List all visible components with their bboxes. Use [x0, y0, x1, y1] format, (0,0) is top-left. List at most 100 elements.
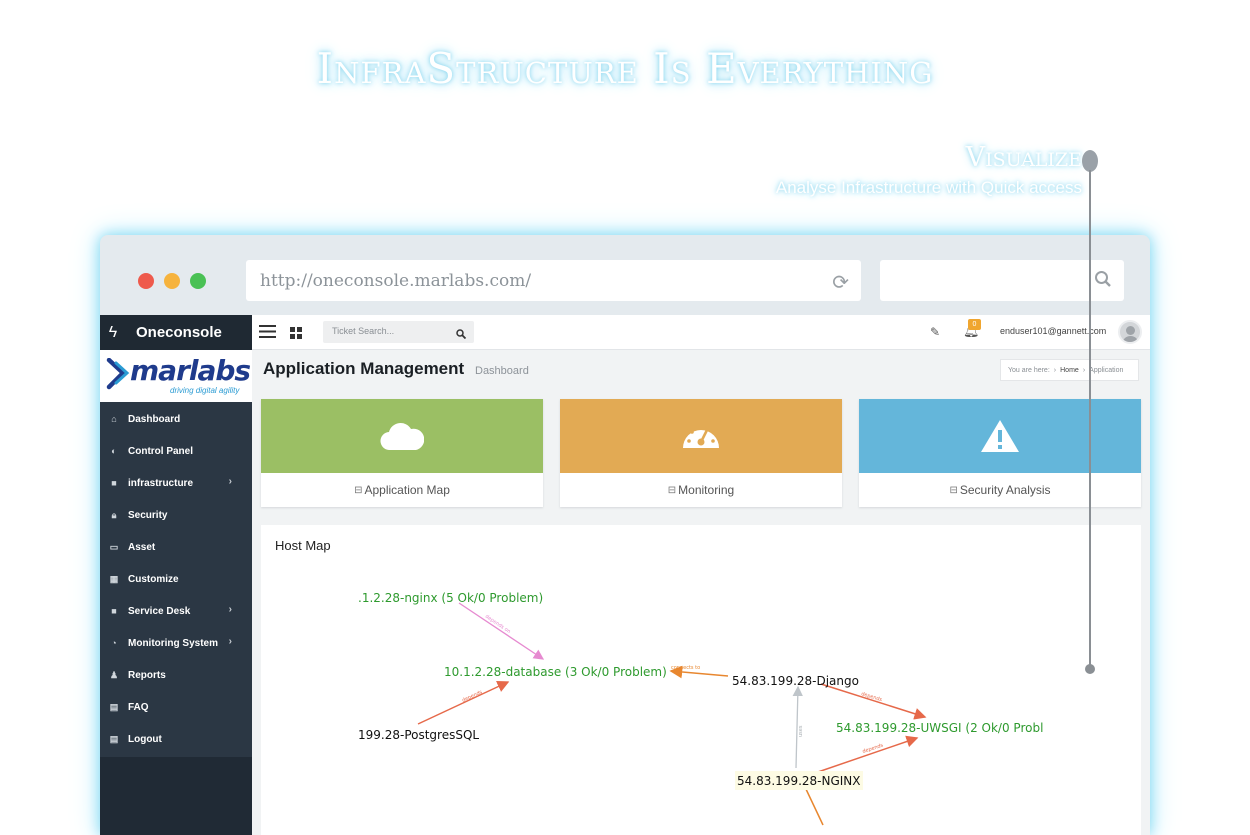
- toggle-icon: ◐: [111, 446, 117, 456]
- browser-window: http://oneconsole.marlabs.com/ ⟳ ϟ Oneco…: [100, 235, 1150, 835]
- sidebar-item-label: Monitoring System: [128, 637, 219, 649]
- calendar-icon: ▤: [109, 733, 119, 744]
- graph-edge-stub: [804, 786, 824, 826]
- callout-marker: [1082, 150, 1098, 172]
- page-title: Application Management: [263, 359, 465, 378]
- sidebar-nav: ⌂ Dashboard ◐ Control Panel ■ infrastructur…: [100, 403, 252, 835]
- graph-node[interactable]: 54.83.199.28-NGINX: [737, 774, 861, 788]
- warning-icon: [981, 420, 1019, 452]
- graph-node[interactable]: 10.1.2.28-database (3 Ok/0 Problem): [444, 665, 667, 679]
- card-label: Monitoring: [678, 483, 735, 497]
- sidebar-item-service-desk[interactable]: ■ Service Desk ›: [100, 595, 252, 627]
- card-banner: [859, 399, 1141, 473]
- sidebar-item-label: FAQ: [128, 701, 149, 713]
- sidebar-item-label: Reports: [128, 669, 166, 681]
- graph-node[interactable]: 54.83.199.28-UWSGI (2 Ok/0 Probl: [836, 721, 1043, 735]
- grid-icon: ▦: [109, 573, 119, 584]
- card-link-icon: ⊟: [667, 484, 677, 496]
- ticket-icon[interactable]: ✎: [930, 325, 940, 339]
- sidebar-item-logout[interactable]: ▤ Logout: [100, 723, 252, 755]
- graph-node[interactable]: .1.2.28-nginx (5 Ok/0 Problem): [358, 591, 543, 605]
- bolt-icon: ϟ: [108, 323, 118, 341]
- briefcase-icon: ■: [111, 478, 117, 488]
- breadcrumb: You are here: › Home › Application: [1000, 359, 1139, 381]
- dashboard-icon: ◔: [111, 638, 117, 648]
- address-bar[interactable]: http://oneconsole.marlabs.com/ ⟳: [246, 260, 861, 301]
- callout-subtitle: Analyse Infrastructure with Quick access: [775, 178, 1082, 197]
- company-logo: marlabs driving digital agility: [100, 350, 252, 402]
- hero-title: InfraStructure Is Everything: [316, 44, 934, 93]
- close-window-button[interactable]: [138, 273, 154, 289]
- callout-connector: [1089, 170, 1091, 668]
- breadcrumb-current: Application: [1089, 366, 1124, 374]
- search-icon[interactable]: [456, 326, 467, 344]
- card-link-icon: ⊟: [354, 484, 363, 496]
- sidebar-item-monitoring-system[interactable]: ◔ Monitoring System ›: [100, 627, 252, 659]
- sidebar-item-faq[interactable]: ▤ FAQ: [100, 691, 252, 723]
- chevron-right-icon: ›: [228, 476, 232, 487]
- breadcrumb-separator-icon: ›: [1053, 366, 1057, 374]
- graph-edge[interactable]: uses: [792, 685, 804, 769]
- sidebar-item-dashboard[interactable]: ⌂ Dashboard: [100, 403, 252, 435]
- host-map-panel: Host Map depends on connects to depends …: [261, 525, 1141, 835]
- reload-icon[interactable]: ⟳: [832, 270, 849, 295]
- sidebar-item-label: infrastructure: [128, 477, 194, 489]
- menu-toggle-icon[interactable]: [259, 325, 276, 343]
- logo-text: marlabs: [130, 354, 251, 387]
- edge-label: connects to: [671, 665, 700, 671]
- sidebar-item-label: Security: [128, 509, 168, 521]
- callout-endpoint: [1085, 664, 1095, 674]
- main-content: Ticket Search... ✎ 🔔︎ 0 enduser101@ganne…: [252, 315, 1150, 835]
- user-icon: ♟: [109, 669, 119, 680]
- apps-grid-icon[interactable]: [290, 326, 302, 344]
- sidebar-item-customize[interactable]: ▦ Customize: [100, 563, 252, 595]
- sidebar-item-label: Control Panel: [128, 445, 194, 457]
- avatar[interactable]: [1118, 320, 1142, 344]
- card-label: Application Map: [364, 483, 450, 497]
- brand-name: Oneconsole: [136, 324, 222, 341]
- graph-edge[interactable]: depends: [417, 681, 510, 725]
- sidebar-item-label: Dashboard: [128, 413, 181, 425]
- graph-node[interactable]: 54.83.199.28-Django: [732, 674, 859, 688]
- browser-search-field[interactable]: [880, 260, 1124, 301]
- card-banner: [560, 399, 842, 473]
- maximize-window-button[interactable]: [190, 273, 206, 289]
- address-url: http://oneconsole.marlabs.com/: [260, 271, 532, 291]
- cloud-icon: [380, 423, 424, 451]
- ticket-search-placeholder: Ticket Search...: [332, 326, 395, 336]
- logo-tagline: driving digital agility: [170, 386, 240, 395]
- home-icon: ⌂: [111, 414, 117, 424]
- graph-edge[interactable]: depends: [814, 735, 919, 774]
- edge-label: depends: [461, 689, 483, 704]
- search-icon[interactable]: [1094, 270, 1112, 293]
- application-map-card[interactable]: ⊟ Application Map: [261, 399, 543, 507]
- page-subtitle: Dashboard: [475, 365, 529, 377]
- sidebar-brand[interactable]: ϟ Oneconsole: [100, 315, 252, 350]
- callout-title: Visualize: [965, 142, 1082, 173]
- sidebar-item-infrastructure[interactable]: ■ infrastructure ›: [100, 467, 252, 499]
- monitoring-card[interactable]: ⊟ Monitoring: [560, 399, 842, 507]
- sidebar-item-asset[interactable]: ▭ Asset: [100, 531, 252, 563]
- minimize-window-button[interactable]: [164, 273, 180, 289]
- edge-label: depends: [860, 691, 883, 703]
- host-map-graph[interactable]: depends on connects to depends depends d…: [261, 525, 1141, 835]
- card-label: Security Analysis: [959, 483, 1051, 497]
- sidebar-item-security[interactable]: 🔒︎ Security: [100, 499, 252, 531]
- logo-mark-icon: [106, 358, 130, 390]
- security-analysis-card[interactable]: ⊟ Security Analysis: [859, 399, 1141, 507]
- ticket-search-field[interactable]: Ticket Search...: [323, 321, 474, 343]
- breadcrumb-prefix: You are here:: [1008, 366, 1050, 374]
- card-banner: [261, 399, 543, 473]
- sidebar-item-control-panel[interactable]: ◐ Control Panel: [100, 435, 252, 467]
- card-link-icon: ⊟: [949, 484, 958, 496]
- graph-edge[interactable]: connects to: [669, 665, 729, 679]
- graph-edge[interactable]: depends on: [458, 602, 545, 660]
- edge-label: depends on: [484, 614, 512, 635]
- graph-edge[interactable]: depends: [820, 683, 927, 720]
- edge-label: uses: [798, 725, 804, 737]
- top-navbar: Ticket Search... ✎ 🔔︎ 0 enduser101@ganne…: [252, 315, 1150, 350]
- breadcrumb-home-link[interactable]: Home: [1060, 367, 1079, 374]
- notification-badge: 0: [968, 319, 981, 330]
- sidebar-item-reports[interactable]: ♟ Reports: [100, 659, 252, 691]
- graph-node[interactable]: 199.28-PostgresSQL: [358, 728, 479, 742]
